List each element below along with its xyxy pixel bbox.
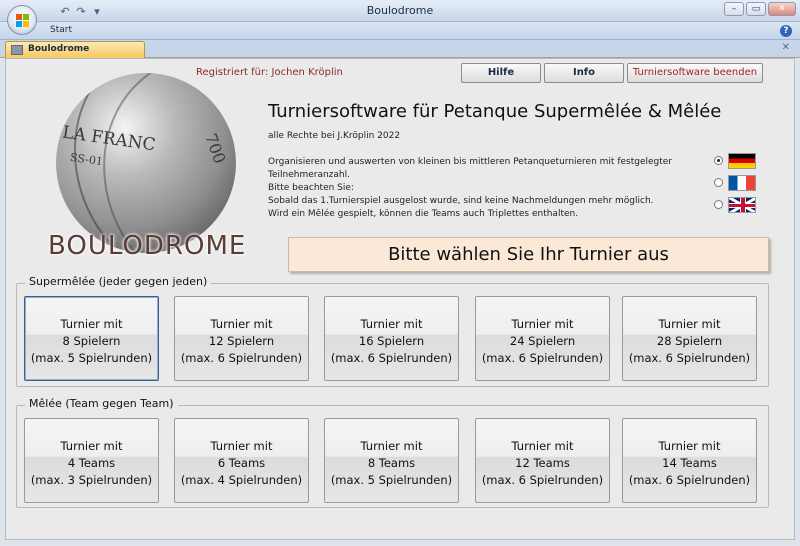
melee-8-button[interactable]: Turnier mit 8 Teams (max. 5 Spielrunden): [324, 418, 459, 503]
document-tab-bar: Boulodrome Turniersoftware ✕: [0, 40, 800, 69]
description-line: Teilnehmeranzahl.: [268, 170, 350, 180]
button-line: 6 Teams: [217, 456, 266, 470]
help-icon[interactable]: ?: [780, 25, 792, 37]
melee-group: Mêlée (Team gegen Team) Turnier mit 4 Te…: [16, 397, 769, 508]
description-line: Organisieren und auswerten von kleinen b…: [268, 157, 673, 167]
copyright-text: alle Rechte bei J.Kröplin 2022: [268, 131, 401, 141]
supermelee-group: Supermêlée (jeder gegen jeden) Turnier m…: [16, 275, 769, 387]
melee-14-button[interactable]: Turnier mit 14 Teams (max. 6 Spielrunden…: [622, 418, 757, 503]
button-line: 24 Spielern: [509, 334, 576, 348]
button-line: 28 Spielern: [656, 334, 723, 348]
description-line: Wird ein Mêlée gespielt, können die Team…: [268, 209, 579, 219]
button-line: 8 Spielern: [62, 334, 121, 348]
tab-start[interactable]: Start: [50, 25, 72, 35]
document-tab[interactable]: Boulodrome Turniersoftware: [5, 41, 145, 69]
button-line: (max. 6 Spielrunden): [180, 351, 303, 365]
button-line: 12 Spielern: [208, 334, 275, 348]
button-line: (max. 6 Spielrunden): [628, 351, 751, 365]
quit-button[interactable]: Turniersoftware beenden: [627, 63, 763, 83]
language-option-fr[interactable]: [708, 173, 760, 193]
melee-4-button[interactable]: Turnier mit 4 Teams (max. 3 Spielrunden): [24, 418, 159, 503]
melee-legend: Mêlée (Team gegen Team): [25, 397, 178, 410]
maximize-button[interactable]: ▭: [746, 2, 766, 16]
button-line: Turnier mit: [511, 439, 574, 453]
help-button[interactable]: Hilfe: [461, 63, 541, 83]
supermelee-12-button[interactable]: Turnier mit 12 Spielern (max. 6 Spielrun…: [174, 296, 309, 381]
close-button[interactable]: ✕: [768, 2, 796, 16]
main-form: LA FRANC SS-01 700 BOULODROME Registrier…: [5, 58, 795, 540]
select-tournament-banner: Bitte wählen Sie Ihr Turnier aus: [288, 237, 769, 272]
title-bar: ↶ ↷ ▾ Boulodrome – ▭ ✕: [0, 0, 800, 22]
description-line: Bitte beachten Sie:: [268, 183, 354, 193]
language-option-de[interactable]: [708, 151, 760, 171]
ribbon: Start ?: [0, 22, 800, 40]
brand-logo-text: BOULODROME: [48, 231, 247, 261]
button-line: Turnier mit: [360, 439, 423, 453]
button-line: Turnier mit: [360, 317, 423, 331]
language-radio-gb[interactable]: [714, 200, 723, 209]
button-line: Turnier mit: [658, 439, 721, 453]
button-line: (max. 3 Spielrunden): [30, 473, 153, 487]
description-line: Sobald das 1.Turnierspiel ausgelost wurd…: [268, 196, 654, 206]
button-line: (max. 5 Spielrunden): [330, 473, 453, 487]
german-flag-icon: [728, 153, 756, 169]
supermelee-24-button[interactable]: Turnier mit 24 Spielern (max. 6 Spielrun…: [475, 296, 610, 381]
button-line: 16 Spielern: [358, 334, 425, 348]
close-document-icon[interactable]: ✕: [782, 42, 790, 53]
button-line: (max. 6 Spielrunden): [481, 351, 604, 365]
language-radio-de[interactable]: [714, 156, 723, 165]
supermelee-28-button[interactable]: Turnier mit 28 Spielern (max. 6 Spielrun…: [622, 296, 757, 381]
button-line: Turnier mit: [60, 317, 123, 331]
form-icon: [11, 45, 23, 55]
supermelee-8-button[interactable]: Turnier mit 8 Spielern (max. 5 Spielrund…: [24, 296, 159, 381]
supermelee-16-button[interactable]: Turnier mit 16 Spielern (max. 6 Spielrun…: [324, 296, 459, 381]
language-selector: [708, 151, 760, 221]
language-option-gb[interactable]: [708, 195, 760, 215]
office-button[interactable]: [7, 5, 37, 35]
description: Organisieren und auswerten von kleinen b…: [268, 156, 698, 221]
button-line: Turnier mit: [60, 439, 123, 453]
button-line: 12 Teams: [515, 456, 570, 470]
button-line: (max. 6 Spielrunden): [330, 351, 453, 365]
button-line: 4 Teams: [67, 456, 116, 470]
info-button[interactable]: Info: [544, 63, 624, 83]
window-title: Boulodrome: [366, 4, 434, 17]
button-line: (max. 6 Spielrunden): [481, 473, 604, 487]
button-line: Turnier mit: [210, 317, 273, 331]
supermelee-legend: Supermêlée (jeder gegen jeden): [25, 275, 212, 288]
melee-12-button[interactable]: Turnier mit 12 Teams (max. 6 Spielrunden…: [475, 418, 610, 503]
language-radio-fr[interactable]: [714, 178, 723, 187]
melee-6-button[interactable]: Turnier mit 6 Teams (max. 4 Spielrunden): [174, 418, 309, 503]
window-controls: – ▭ ✕: [724, 2, 796, 16]
button-line: (max. 4 Spielrunden): [180, 473, 303, 487]
button-line: 8 Teams: [367, 456, 416, 470]
button-line: 14 Teams: [662, 456, 717, 470]
petanque-ball-image: LA FRANC SS-01 700: [56, 73, 236, 253]
registered-user: Registriert für: Jochen Kröplin: [196, 67, 343, 78]
button-line: (max. 5 Spielrunden): [30, 351, 153, 365]
french-flag-icon: [728, 175, 756, 191]
button-line: Turnier mit: [658, 317, 721, 331]
office-logo-icon: [16, 14, 29, 27]
uk-flag-icon: [728, 197, 756, 213]
minimize-button[interactable]: –: [724, 2, 744, 16]
button-line: (max. 6 Spielrunden): [628, 473, 751, 487]
page-title: Turniersoftware für Petanque Supermêlée …: [268, 101, 722, 122]
button-line: Turnier mit: [210, 439, 273, 453]
button-line: Turnier mit: [511, 317, 574, 331]
